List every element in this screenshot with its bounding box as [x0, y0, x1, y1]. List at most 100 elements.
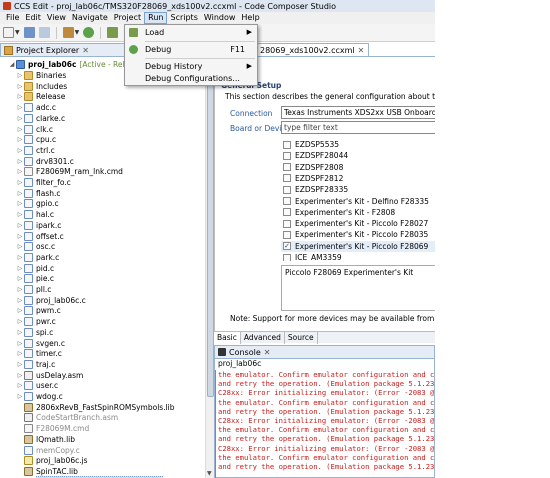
- project-explorer-scrollbar[interactable]: ▲ ▼: [205, 57, 214, 478]
- tree-item[interactable]: ▷ park.c: [16, 252, 59, 263]
- tree-item[interactable]: ▷ cpu.c: [16, 134, 56, 145]
- new-file-icon[interactable]: [3, 27, 14, 38]
- tree-item[interactable]: F28069M.cmd: [16, 423, 89, 434]
- board-checkbox[interactable]: [283, 163, 291, 172]
- expand-arrow-icon[interactable]: ▷: [16, 295, 24, 306]
- menu-edit[interactable]: Edit: [22, 12, 44, 24]
- expand-arrow-icon[interactable]: ▷: [16, 338, 24, 349]
- expand-arrow-icon[interactable]: ▷: [16, 166, 24, 177]
- expand-arrow-icon[interactable]: ▷: [16, 177, 24, 188]
- tree-item[interactable]: ▷ gpio.c: [16, 198, 59, 209]
- board-list-item[interactable]: EZDSPF28335: [281, 184, 436, 195]
- expand-arrow-icon[interactable]: ▷: [16, 198, 24, 209]
- tree-item[interactable]: ▷ osc.c: [16, 241, 55, 252]
- board-list-item[interactable]: Experimenter's Kit - F2808: [281, 207, 436, 218]
- tree-item[interactable]: ▷ pid.c: [16, 263, 54, 274]
- tree-item[interactable]: ▷ Includes: [16, 81, 67, 92]
- tree-item[interactable]: ▷ Binaries: [16, 70, 66, 81]
- tree-item[interactable]: ▷ spi.c: [16, 327, 53, 338]
- expand-arrow-icon[interactable]: ▷: [16, 391, 24, 402]
- expand-arrow-icon[interactable]: ▷: [16, 134, 24, 145]
- tree-item[interactable]: ▷ ipark.c: [16, 220, 61, 231]
- menu-run[interactable]: Run: [144, 12, 168, 24]
- board-checkbox[interactable]: [283, 185, 291, 194]
- expand-arrow-icon[interactable]: ▷: [16, 91, 24, 102]
- build-hammer-icon[interactable]: [62, 27, 74, 38]
- board-list-item[interactable]: EZDSPF2812: [281, 173, 436, 184]
- board-filter-input[interactable]: type filter text: [281, 121, 436, 134]
- expand-arrow-icon[interactable]: ▷: [16, 231, 24, 242]
- expand-arrow-icon[interactable]: ▷: [16, 380, 24, 391]
- tree-item[interactable]: ▷ proj_lab06c.c: [16, 295, 86, 306]
- board-list-item[interactable]: ✓ Experimenter's Kit - Piccolo F28069: [281, 240, 436, 252]
- chevron-down-icon[interactable]: ▼: [75, 29, 80, 36]
- expand-arrow-icon[interactable]: ▷: [16, 102, 24, 113]
- tree-item[interactable]: ▷ flash.c: [16, 188, 61, 199]
- connection-select[interactable]: Texas Instruments XDS2xx USB Onboard Emu…: [281, 106, 436, 119]
- tree-item[interactable]: CodeStartBranch.asm: [16, 412, 118, 423]
- expand-arrow-icon[interactable]: ▷: [16, 188, 24, 199]
- tree-item[interactable]: 2806xRevB_FastSpinROMSymbols.lib: [16, 402, 175, 413]
- flash-icon[interactable]: [107, 27, 119, 38]
- tree-item[interactable]: ▷ clarke.c: [16, 113, 65, 124]
- menu-item-load[interactable]: Load ▶: [125, 26, 257, 39]
- close-icon[interactable]: ✕: [358, 46, 365, 55]
- tree-item[interactable]: ▷ svgen.c: [16, 338, 65, 349]
- board-list-item[interactable]: EZDSP5535: [281, 139, 436, 150]
- board-checkbox[interactable]: [283, 219, 291, 228]
- expand-arrow-icon[interactable]: ▷: [16, 305, 24, 316]
- console-tab[interactable]: Console ✕: [215, 346, 434, 359]
- expand-arrow-icon[interactable]: ▷: [16, 113, 24, 124]
- expand-arrow-icon[interactable]: ◢: [8, 59, 16, 70]
- board-checkbox[interactable]: ✓: [283, 242, 291, 251]
- tree-item[interactable]: ▷ traj.c: [16, 359, 55, 370]
- board-list-item[interactable]: Experimenter's Kit - Piccolo F28027: [281, 218, 436, 229]
- tree-item[interactable]: ▷ offset.c: [16, 231, 64, 242]
- expand-arrow-icon[interactable]: ▷: [16, 209, 24, 220]
- expand-arrow-icon[interactable]: ▷: [16, 370, 24, 381]
- tree-item[interactable]: ▷ clk.c: [16, 124, 53, 135]
- board-list-item[interactable]: ICE_AM3359: [281, 252, 436, 261]
- tree-item[interactable]: memCopy.c: [16, 445, 80, 456]
- expand-arrow-icon[interactable]: ▷: [16, 359, 24, 370]
- menu-view[interactable]: View: [44, 12, 69, 24]
- board-checkbox[interactable]: [283, 253, 291, 261]
- expand-arrow-icon[interactable]: ▷: [16, 348, 24, 359]
- board-list-item[interactable]: EZDSPF28044: [281, 150, 436, 161]
- menu-item-debug[interactable]: Debug F11: [125, 43, 257, 56]
- tree-item[interactable]: ▷ pwr.c: [16, 316, 56, 327]
- tree-item[interactable]: ▷ user.c: [16, 380, 58, 391]
- tree-item[interactable]: ▷ wdog.c: [16, 391, 63, 402]
- expand-arrow-icon[interactable]: ▷: [16, 284, 24, 295]
- menu-help[interactable]: Help: [238, 12, 262, 24]
- expand-arrow-icon[interactable]: ▷: [16, 263, 24, 274]
- expand-arrow-icon[interactable]: ▷: [16, 124, 24, 135]
- board-checkbox[interactable]: [283, 174, 291, 183]
- expand-arrow-icon[interactable]: ▷: [16, 145, 24, 156]
- tree-item[interactable]: ▷ Release: [16, 91, 65, 102]
- expand-arrow-icon[interactable]: ▷: [16, 316, 24, 327]
- close-icon[interactable]: ✕: [82, 46, 89, 55]
- board-checkbox[interactable]: [283, 208, 291, 217]
- tree-item[interactable]: ▷ pwm.c: [16, 305, 61, 316]
- expand-arrow-icon[interactable]: ▷: [16, 241, 24, 252]
- board-list-item[interactable]: Experimenter's Kit - Piccolo F28035: [281, 229, 436, 240]
- menu-item-debug-configurations[interactable]: Debug Configurations...: [125, 72, 257, 85]
- chevron-down-icon[interactable]: ▼: [15, 29, 20, 36]
- menu-window[interactable]: Window: [201, 12, 239, 24]
- save-icon[interactable]: [23, 27, 35, 38]
- tree-item[interactable]: ▷ timer.c: [16, 348, 62, 359]
- save-all-icon[interactable]: [38, 27, 50, 38]
- tree-item[interactable]: ▷ pie.c: [16, 273, 54, 284]
- expand-arrow-icon[interactable]: ▷: [16, 220, 24, 231]
- tree-item[interactable]: ▷ adc.c: [16, 102, 56, 113]
- editor-tab[interactable]: 28069_xds100v2.ccxml ✕: [255, 43, 370, 57]
- tree-item[interactable]: ▷ drv8301.c: [16, 156, 74, 167]
- tree-item[interactable]: ▷ hal.c: [16, 209, 54, 220]
- expand-arrow-icon[interactable]: ▷: [16, 70, 24, 81]
- tree-item[interactable]: ▷ F28069M_ram_lnk.cmd: [16, 166, 123, 177]
- board-checkbox[interactable]: [283, 230, 291, 239]
- debug-bug-icon[interactable]: [83, 27, 95, 38]
- board-checkbox[interactable]: [283, 140, 291, 149]
- scroll-down-icon[interactable]: ▼: [207, 470, 212, 477]
